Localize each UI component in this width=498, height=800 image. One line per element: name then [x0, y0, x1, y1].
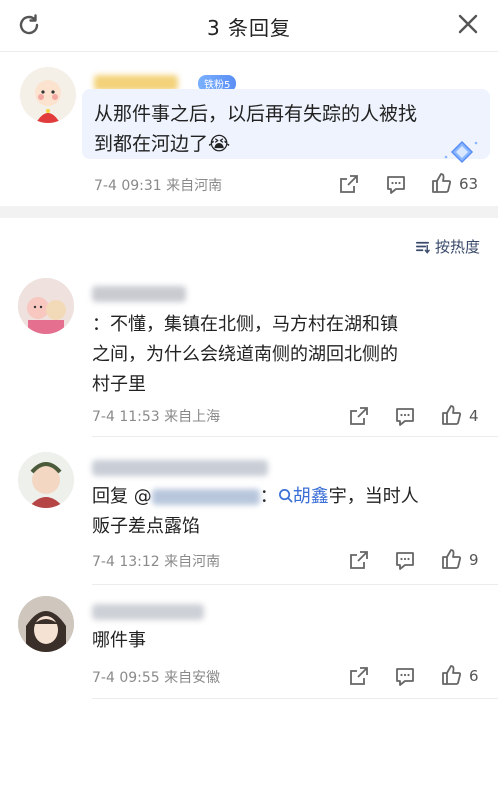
username-blurred[interactable] — [92, 460, 268, 476]
like-icon[interactable] — [440, 404, 462, 426]
share-icon[interactable] — [338, 173, 360, 195]
comment-text-line-1: 从那件事之后，以后再有失踪的人被找 — [94, 103, 418, 125]
sort-by-hot-button[interactable]: 按热度 — [414, 236, 480, 257]
reply-text-line-2: 贩子差点露馅 — [92, 516, 200, 537]
reply-text-line-1: 哪件事 — [92, 630, 146, 651]
search-keyword-link[interactable]: 胡鑫 — [293, 486, 329, 507]
reply-text-line-3: 村子里 — [92, 374, 146, 395]
like-icon[interactable] — [440, 548, 462, 570]
share-icon[interactable] — [348, 405, 370, 427]
divider — [92, 584, 498, 585]
header-bar: 3 条回复 — [0, 0, 498, 52]
comment-icon[interactable] — [394, 665, 416, 687]
mentioned-username-blurred[interactable] — [151, 489, 260, 505]
share-icon[interactable] — [348, 549, 370, 571]
avatar[interactable] — [18, 452, 74, 508]
search-icon — [278, 489, 293, 503]
avatar[interactable] — [20, 67, 76, 123]
reply-meta: 7-4 09:55 来自安徽 — [92, 670, 221, 686]
comment-icon[interactable] — [394, 405, 416, 427]
sort-icon — [415, 241, 430, 254]
like-count: 9 — [469, 551, 479, 569]
main-comment: 铁粉5 从那件事之后，以后再有失踪的人被找 到都在河边了😭 7-4 09:31 … — [0, 53, 498, 203]
comment-icon[interactable] — [385, 173, 407, 195]
divider — [92, 436, 498, 437]
sort-label: 按热度 — [434, 238, 480, 256]
like-icon[interactable] — [440, 664, 462, 686]
divider — [92, 698, 498, 699]
page-title: 3 条回复 — [206, 16, 292, 40]
section-divider — [0, 206, 498, 218]
reply-meta: 7-4 13:12 来自河南 — [92, 554, 221, 570]
share-icon[interactable] — [348, 665, 370, 687]
reply-text-line-2: 之间，为什么会绕道南侧的湖回北侧的 — [92, 344, 398, 365]
like-count: 6 — [469, 667, 479, 685]
username-blurred[interactable] — [92, 286, 186, 302]
comment-text-line-2: 到都在河边了😭 — [94, 133, 231, 155]
like-count: 4 — [469, 407, 479, 425]
reply-text-rest: 宇，当时人 — [328, 486, 419, 507]
avatar[interactable] — [18, 596, 74, 652]
reply-prefix: 回复 @ — [92, 486, 152, 507]
close-icon[interactable] — [456, 12, 480, 36]
reply-item: 哪件事 7-4 09:55 来自安徽 6 — [0, 592, 498, 702]
reply-text-line-1: ：不懂，集镇在北侧，马方村在湖和镇 — [92, 314, 398, 335]
reply-item: 回复 @ ： 胡鑫宇，当时人 贩子差点露馅 7-4 13:12 来自河南 9 — [0, 448, 498, 588]
username-blurred[interactable] — [92, 604, 204, 620]
sparkle-diamond-icon — [444, 140, 478, 164]
reply-meta: 7-4 11:53 来自上海 — [92, 409, 221, 425]
like-count: 63 — [459, 175, 479, 193]
reply-colon: ： — [259, 486, 278, 507]
reply-text-line-1: 回复 @ ： 胡鑫宇，当时人 — [92, 482, 419, 512]
avatar[interactable] — [18, 278, 74, 334]
comment-icon[interactable] — [394, 549, 416, 571]
comment-meta: 7-4 09:31 来自河南 — [94, 178, 223, 194]
like-icon[interactable] — [430, 172, 452, 194]
reply-item: ：不懂，集镇在北侧，马方村在湖和镇 之间，为什么会绕道南侧的湖回北侧的 村子里 … — [0, 274, 498, 438]
